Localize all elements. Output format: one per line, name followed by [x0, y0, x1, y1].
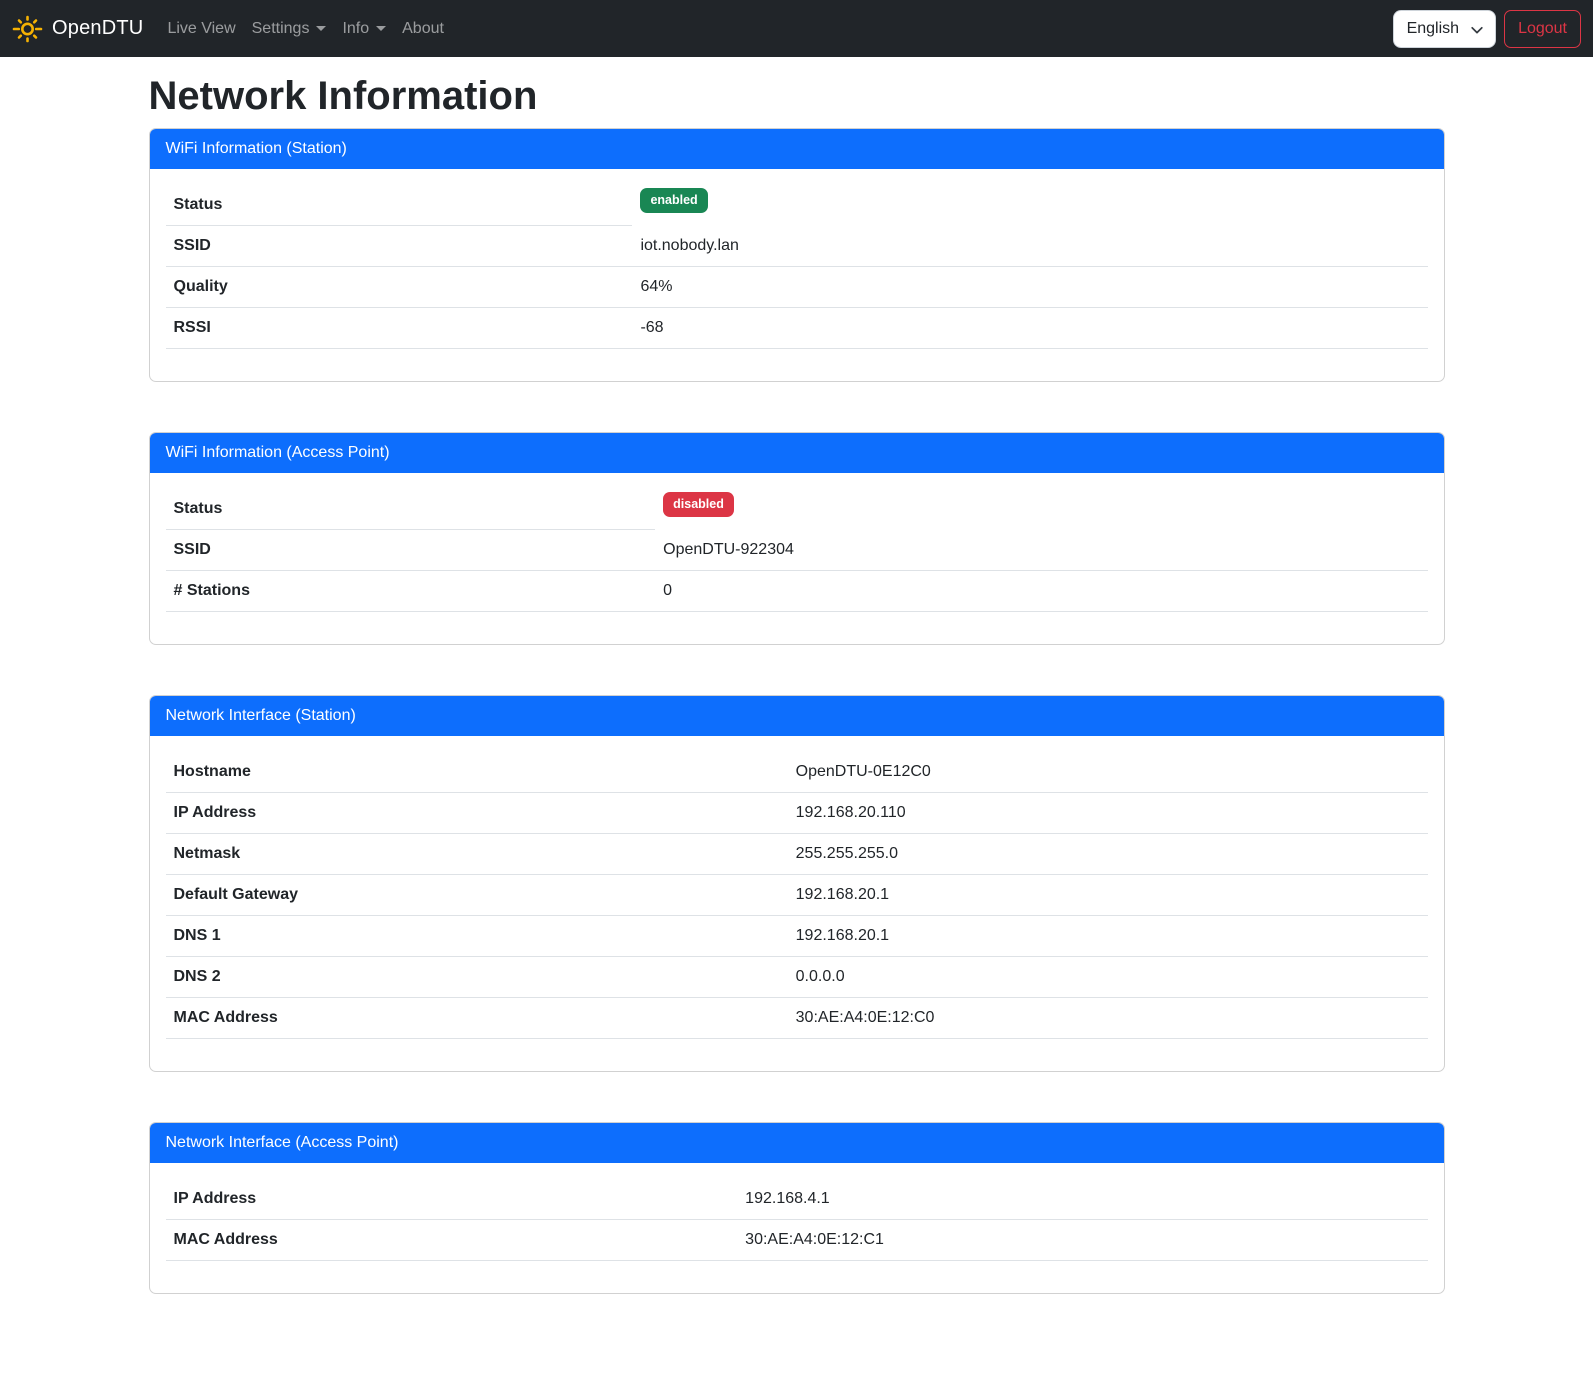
- row-label: Status: [166, 185, 633, 226]
- table-row: Status disabled: [166, 489, 1428, 530]
- row-value: 30:AE:A4:0E:12:C0: [788, 998, 1428, 1039]
- page-title: Network Information: [149, 72, 1445, 120]
- row-value: 192.168.4.1: [737, 1179, 1427, 1220]
- table-row: Quality64%: [166, 267, 1428, 308]
- table-row: DNS 1192.168.20.1: [166, 916, 1428, 957]
- row-value: 192.168.20.1: [788, 875, 1428, 916]
- nav-item-info[interactable]: Info: [334, 12, 394, 46]
- brand-link[interactable]: OpenDTU: [12, 13, 143, 44]
- row-label: IP Address: [166, 793, 788, 834]
- card-body: IP Address192.168.4.1MAC Address30:AE:A4…: [150, 1163, 1444, 1293]
- table-row: IP Address192.168.4.1: [166, 1179, 1428, 1220]
- brand-label: OpenDTU: [52, 17, 143, 40]
- table-row: SSIDiot.nobody.lan: [166, 226, 1428, 267]
- chevron-down-icon: [1470, 23, 1484, 42]
- row-value: 192.168.20.110: [788, 793, 1428, 834]
- row-value: 255.255.255.0: [788, 834, 1428, 875]
- nav-item-settings[interactable]: Settings: [244, 12, 335, 46]
- row-value: 30:AE:A4:0E:12:C1: [737, 1220, 1427, 1261]
- card-body: Status enabled SSIDiot.nobody.lanQuality64…: [150, 169, 1444, 381]
- row-value: 192.168.20.1: [788, 916, 1428, 957]
- card: Network Interface (Station) HostnameOpenD…: [149, 695, 1445, 1072]
- row-value: 0.0.0.0: [788, 957, 1428, 998]
- table-row: # Stations0: [166, 571, 1428, 612]
- nav-item-live-view[interactable]: Live View: [159, 12, 243, 46]
- row-label: Status: [166, 489, 656, 530]
- navbar-right: English Logout: [1393, 10, 1581, 48]
- card: Network Interface (Access Point) IP Addre…: [149, 1122, 1445, 1294]
- row-label: DNS 2: [166, 957, 788, 998]
- row-value: 64%: [632, 267, 1427, 308]
- table-row: MAC Address30:AE:A4:0E:12:C0: [166, 998, 1428, 1039]
- row-label: DNS 1: [166, 916, 788, 957]
- main-content: Network Information WiFi Information (St…: [137, 57, 1457, 1384]
- row-value: OpenDTU-922304: [655, 530, 1427, 571]
- row-value: enabled: [632, 185, 1427, 226]
- cards-container: WiFi Information (Station)StatusenabledS…: [149, 128, 1445, 1294]
- card-body: Status disabled SSIDOpenDTU-922304# Statio…: [150, 473, 1444, 644]
- card-header: WiFi Information (Access Point): [150, 433, 1444, 473]
- card: WiFi Information (Station)StatusenabledS…: [149, 128, 1445, 382]
- table-row: HostnameOpenDTU-0E12C0: [166, 752, 1428, 793]
- status-badge: disabled: [663, 492, 734, 517]
- row-label: MAC Address: [166, 998, 788, 1039]
- table-row: IP Address192.168.20.110: [166, 793, 1428, 834]
- navbar: OpenDTU Live ViewSettingsInfoAbout Engli…: [0, 0, 1593, 57]
- caret-down-icon: [316, 26, 326, 31]
- info-table: Status enabled SSIDiot.nobody.lanQuality64…: [166, 185, 1428, 349]
- table-row: Default Gateway192.168.20.1: [166, 875, 1428, 916]
- table-row: SSIDOpenDTU-922304: [166, 530, 1428, 571]
- row-label: Netmask: [166, 834, 788, 875]
- row-label: SSID: [166, 530, 656, 571]
- info-table: HostnameOpenDTU-0E12C0IP Address192.168.…: [166, 752, 1428, 1039]
- page: OpenDTU Live ViewSettingsInfoAbout Engli…: [0, 0, 1593, 1384]
- row-label: RSSI: [166, 308, 633, 349]
- row-label: MAC Address: [166, 1220, 738, 1261]
- card-header: Network Interface (Station): [150, 696, 1444, 736]
- info-table: IP Address192.168.4.1MAC Address30:AE:A4…: [166, 1179, 1428, 1261]
- table-row: RSSI-68: [166, 308, 1428, 349]
- table-row: MAC Address30:AE:A4:0E:12:C1: [166, 1220, 1428, 1261]
- row-label: Default Gateway: [166, 875, 788, 916]
- row-label: # Stations: [166, 571, 656, 612]
- row-value: disabled: [655, 489, 1427, 530]
- caret-down-icon: [376, 26, 386, 31]
- language-select[interactable]: English: [1393, 10, 1496, 48]
- row-label: Hostname: [166, 752, 788, 793]
- row-value: OpenDTU-0E12C0: [788, 752, 1428, 793]
- logout-button[interactable]: Logout: [1504, 10, 1581, 48]
- row-label: Quality: [166, 267, 633, 308]
- card-body: HostnameOpenDTU-0E12C0IP Address192.168.…: [150, 736, 1444, 1071]
- language-selected-label: English: [1407, 20, 1459, 38]
- row-label: SSID: [166, 226, 633, 267]
- info-table: Status disabled SSIDOpenDTU-922304# Statio…: [166, 489, 1428, 612]
- main-nav: Live ViewSettingsInfoAbout: [159, 12, 452, 46]
- table-row: Status enabled: [166, 185, 1428, 226]
- card-header: Network Interface (Access Point): [150, 1123, 1444, 1163]
- row-value: iot.nobody.lan: [632, 226, 1427, 267]
- row-label: IP Address: [166, 1179, 738, 1220]
- card: WiFi Information (Access Point) Status dis…: [149, 432, 1445, 645]
- sun-icon: [12, 13, 43, 44]
- status-badge: enabled: [640, 188, 707, 213]
- nav-item-about[interactable]: About: [394, 12, 452, 46]
- row-value: 0: [655, 571, 1427, 612]
- row-value: -68: [632, 308, 1427, 349]
- table-row: Netmask255.255.255.0: [166, 834, 1428, 875]
- card-header: WiFi Information (Station): [150, 129, 1444, 169]
- table-row: DNS 20.0.0.0: [166, 957, 1428, 998]
